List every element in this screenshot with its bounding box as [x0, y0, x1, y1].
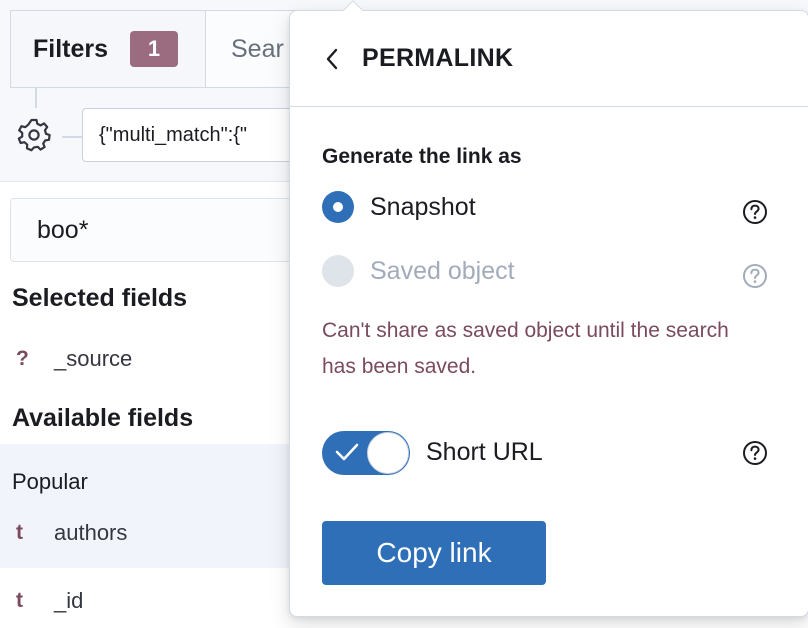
- field-type-icon: t: [16, 521, 23, 544]
- copy-link-button[interactable]: Copy link: [322, 521, 546, 585]
- popular-fields-panel: [0, 444, 300, 568]
- gear-icon[interactable]: [14, 114, 54, 154]
- switch-knob: [367, 432, 409, 474]
- field-item[interactable]: ? _source: [16, 346, 132, 372]
- radio-selected[interactable]: [322, 191, 354, 223]
- filter-pill[interactable]: {"multi_match":{": [82, 108, 302, 162]
- short-url-switch[interactable]: [322, 431, 410, 475]
- radio-disabled[interactable]: [322, 255, 354, 287]
- short-url-label: Short URL: [426, 438, 543, 466]
- filter-pill-text: {"multi_match":{": [99, 123, 248, 146]
- filters-label: Filters: [33, 34, 109, 63]
- filter-connector: [35, 88, 37, 108]
- field-type-icon: ?: [16, 347, 29, 370]
- selected-fields-heading: Selected fields: [12, 284, 188, 312]
- popular-label: Popular: [12, 469, 88, 494]
- field-name: _source: [54, 346, 133, 371]
- available-fields-heading: Available fields: [12, 404, 194, 432]
- field-name: authors: [54, 520, 128, 545]
- saved-object-help-text: Can't share as saved object until the se…: [322, 319, 729, 378]
- field-name: _id: [54, 588, 84, 613]
- filters-tab[interactable]: Filters 1: [10, 10, 206, 88]
- field-item[interactable]: t authors: [16, 520, 127, 546]
- field-item[interactable]: t _id: [16, 588, 83, 614]
- radio-option-saved-object[interactable]: Saved object: [322, 255, 515, 287]
- question-circle-icon[interactable]: [742, 263, 768, 289]
- filter-connector-horizontal: [62, 136, 82, 138]
- radio-label: Snapshot: [370, 192, 476, 221]
- chevron-left-icon[interactable]: [320, 47, 344, 71]
- section-title: Generate the link as: [322, 145, 522, 168]
- radio-option-snapshot[interactable]: Snapshot: [322, 191, 476, 223]
- popover-title: PERMALINK: [362, 44, 514, 72]
- search-tab-label: Sear: [231, 34, 284, 63]
- radio-label: Saved object: [370, 256, 515, 285]
- question-circle-icon[interactable]: [742, 440, 768, 466]
- permalink-popover: PERMALINK Generate the link as Snapshot …: [289, 10, 808, 617]
- field-type-icon: t: [16, 589, 23, 612]
- field-search-input[interactable]: boo*: [10, 198, 310, 262]
- question-circle-icon[interactable]: [742, 199, 768, 225]
- check-icon: [335, 443, 359, 461]
- filters-count-badge: 1: [130, 31, 179, 67]
- popover-header: PERMALINK: [290, 11, 808, 107]
